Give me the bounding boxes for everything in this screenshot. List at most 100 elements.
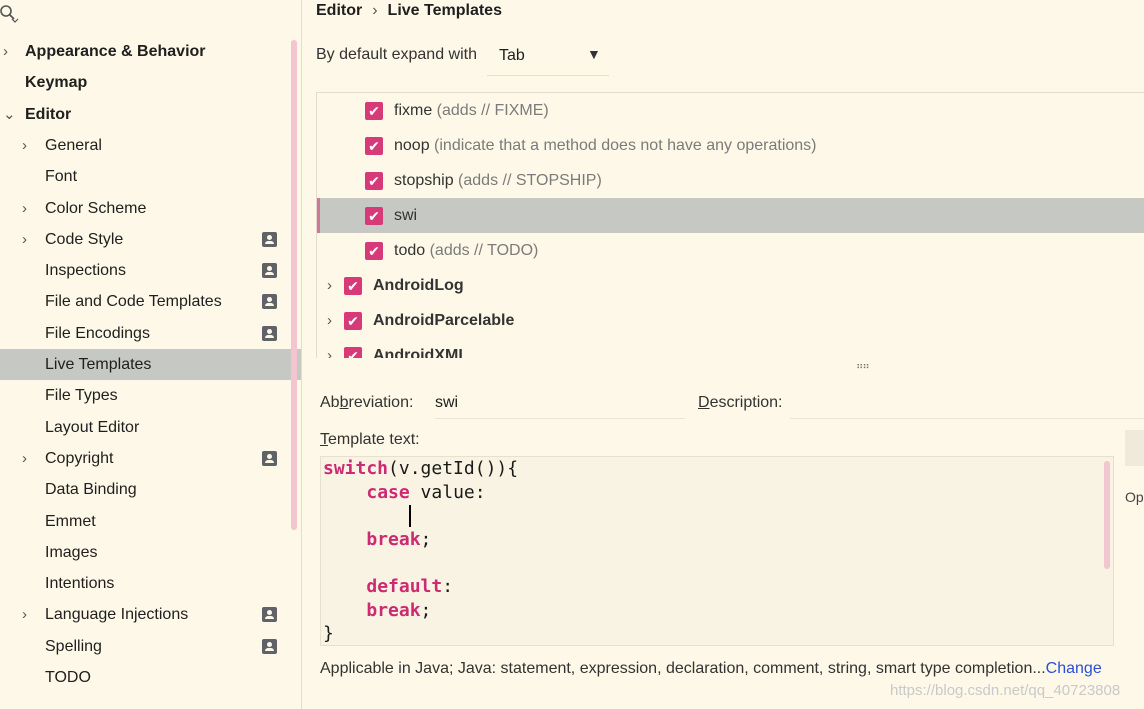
project-scope-icon: [262, 263, 277, 279]
chevron-right-icon[interactable]: ›: [327, 338, 332, 358]
watermark: https://blog.csdn.net/qq_40723808: [890, 682, 1121, 699]
template-description: (adds // FIXME): [432, 102, 549, 119]
template-group-row[interactable]: › ✔ AndroidParcelable: [317, 303, 1144, 338]
chevron-right-icon[interactable]: ›: [22, 130, 27, 161]
template-group-row[interactable]: › ✔ AndroidLog: [317, 268, 1144, 303]
chevron-right-icon[interactable]: ›: [327, 268, 332, 303]
project-scope-icon: [262, 638, 277, 654]
project-scope-icon: [262, 325, 277, 341]
template-description: (adds // TODO): [425, 242, 539, 259]
breadcrumb-parent[interactable]: Editor: [316, 2, 362, 19]
editor-scrollbar[interactable]: [1104, 461, 1110, 569]
template-row[interactable]: ✔ fixme (adds // FIXME): [317, 93, 1144, 128]
template-name: AndroidParcelable: [373, 303, 514, 338]
template-checkbox[interactable]: ✔: [365, 102, 383, 120]
code-keyword: default: [366, 576, 443, 597]
sidebar-item[interactable]: › General: [0, 130, 301, 161]
template-group-row[interactable]: › ✔ AndroidXML: [317, 338, 1144, 358]
chevron-right-icon[interactable]: ›: [22, 599, 27, 630]
search-icon[interactable]: [0, 4, 20, 24]
code-text: ;: [420, 599, 432, 621]
applicable-text: Applicable in Java; Java: statement, exp…: [320, 660, 1046, 677]
sidebar-item-label: File Types: [45, 387, 118, 405]
expand-with-label: By default expand with: [316, 46, 477, 63]
sidebar-item[interactable]: › Code Style: [0, 224, 301, 255]
settings-sidebar: › Appearance & Behavior Keymap ⌄ Editor › Gene…: [0, 0, 302, 709]
description-input[interactable]: [790, 390, 1144, 419]
sidebar-item[interactable]: Intentions: [0, 568, 301, 599]
sidebar-item[interactable]: Spelling: [0, 631, 301, 662]
template-name: AndroidLog: [373, 268, 464, 303]
sidebar-item-label: Data Binding: [45, 481, 137, 499]
chevron-down-icon[interactable]: ⌄: [3, 99, 16, 130]
sidebar-item[interactable]: Keymap: [0, 67, 301, 98]
template-checkbox[interactable]: ✔: [344, 347, 362, 358]
sidebar-item[interactable]: › Language Injections: [0, 599, 301, 630]
splitter-handle[interactable]: ⠶⠶: [856, 361, 870, 372]
chevron-right-icon[interactable]: ›: [22, 224, 27, 255]
code-text: }: [323, 623, 334, 645]
template-text-editor[interactable]: switch(v.getId()){ case value: break; de…: [320, 456, 1114, 646]
sidebar-item-label: Copyright: [45, 449, 114, 467]
template-description: (adds // STOPSHIP): [453, 172, 602, 189]
template-checkbox[interactable]: ✔: [365, 137, 383, 155]
sidebar-item-label: TODO: [45, 669, 91, 686]
chevron-right-icon[interactable]: ›: [22, 193, 27, 224]
template-row[interactable]: ✔ stopship (adds // STOPSHIP): [317, 163, 1144, 198]
text-cursor: [409, 505, 411, 527]
template-description: (indicate that a method does not have an…: [429, 137, 817, 154]
change-link[interactable]: Change: [1046, 660, 1102, 677]
code-line: break;: [323, 528, 431, 552]
chevron-right-icon[interactable]: ›: [3, 36, 8, 67]
sidebar-item[interactable]: › Copyright: [0, 443, 301, 474]
sidebar-item[interactable]: › Appearance & Behavior: [0, 36, 301, 67]
template-abbreviation: stopship: [394, 172, 454, 189]
code-text: :: [442, 576, 454, 597]
sidebar-item-label: File and Code Templates: [45, 293, 222, 311]
templates-list: ✔ fixme (adds // FIXME) ✔ noop (indicate th…: [316, 92, 1144, 358]
sidebar-item[interactable]: Images: [0, 537, 301, 568]
chevron-right-icon[interactable]: ›: [22, 443, 27, 474]
sidebar-item[interactable]: Inspections: [0, 255, 301, 286]
sidebar-item[interactable]: File Types: [0, 380, 301, 411]
sidebar-item[interactable]: Font: [0, 161, 301, 192]
sidebar-item[interactable]: Emmet: [0, 506, 301, 537]
sidebar-item[interactable]: Layout Editor: [0, 412, 301, 443]
sidebar-item[interactable]: Live Templates: [0, 349, 301, 380]
sidebar-scrollbar[interactable]: [291, 40, 297, 530]
breadcrumb: Editor › Live Templates: [316, 2, 502, 20]
breadcrumb-separator-icon: ›: [372, 2, 378, 19]
expand-with-select[interactable]: Tab ▼: [487, 41, 609, 76]
breadcrumb-current: Live Templates: [387, 2, 502, 19]
sidebar-item[interactable]: › Color Scheme: [0, 193, 301, 224]
sidebar-item-label: File Encodings: [45, 324, 150, 342]
sidebar-item[interactable]: ⌄ Editor: [0, 99, 301, 130]
sidebar-item[interactable]: File and Code Templates: [0, 286, 301, 317]
template-name: todo (adds // TODO): [394, 233, 538, 268]
code-line: break;: [323, 599, 431, 623]
code-line: default:: [323, 575, 453, 599]
sidebar-item[interactable]: Data Binding: [0, 474, 301, 505]
template-row[interactable]: ✔ swi: [317, 198, 1144, 233]
chevron-right-icon[interactable]: ›: [327, 303, 332, 338]
sidebar-item-label: Intentions: [45, 575, 115, 593]
sidebar-item[interactable]: File Encodings: [0, 318, 301, 349]
template-checkbox[interactable]: ✔: [344, 312, 362, 330]
template-checkbox[interactable]: ✔: [365, 242, 383, 260]
abbreviation-input[interactable]: swi: [435, 394, 685, 419]
sidebar-item-label: Font: [45, 168, 78, 186]
template-checkbox[interactable]: ✔: [344, 277, 362, 295]
template-row[interactable]: ✔ noop (indicate that a method does not h…: [317, 128, 1144, 163]
template-checkbox[interactable]: ✔: [365, 172, 383, 190]
code-text: (v.getId()){: [388, 458, 519, 479]
template-abbreviation: todo: [394, 242, 426, 259]
template-row[interactable]: ✔ todo (adds // TODO): [317, 233, 1144, 268]
sidebar-item-label: Images: [45, 543, 98, 561]
sidebar-item[interactable]: TODO: [0, 662, 301, 693]
template-name: swi: [394, 198, 417, 233]
description-label: Description:: [698, 394, 783, 411]
sidebar-item-label: Color Scheme: [45, 199, 147, 217]
template-checkbox[interactable]: ✔: [365, 207, 383, 225]
